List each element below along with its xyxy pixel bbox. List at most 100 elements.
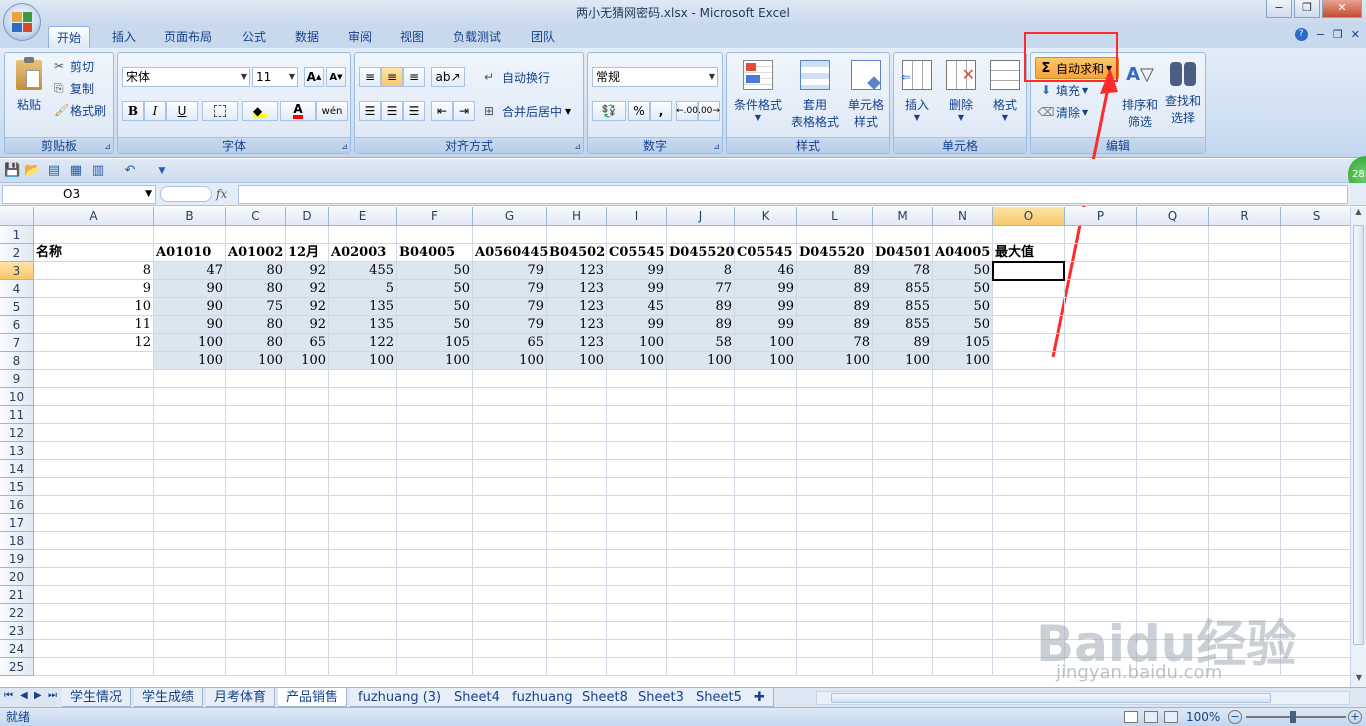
column-header-N[interactable]: N <box>933 207 993 226</box>
cell[interactable] <box>286 568 329 586</box>
header-cell[interactable]: C05545 <box>607 244 667 262</box>
cell[interactable] <box>473 496 547 514</box>
find-select-button[interactable]: 查找和 选择 <box>1161 55 1205 135</box>
data-cell[interactable]: 100 <box>154 334 226 352</box>
cell[interactable] <box>473 622 547 640</box>
cell[interactable] <box>993 352 1065 370</box>
cell[interactable] <box>1281 478 1350 496</box>
merge-center-button[interactable]: ⊞ 合并后居中 ▼ <box>483 101 581 121</box>
cell[interactable] <box>286 550 329 568</box>
delete-cells-button[interactable]: ✕ 删除 ▼ <box>940 55 982 135</box>
cell[interactable] <box>993 370 1065 388</box>
cell[interactable] <box>547 514 607 532</box>
cell[interactable] <box>735 370 797 388</box>
cell[interactable] <box>226 442 286 460</box>
cell[interactable] <box>607 370 667 388</box>
data-cell[interactable]: 80 <box>226 280 286 298</box>
data-cell[interactable]: 99 <box>735 298 797 316</box>
column-header-A[interactable]: A <box>34 207 154 226</box>
data-cell[interactable]: 79 <box>473 298 547 316</box>
dialog-launcher-icon[interactable]: ⊿ <box>341 142 348 151</box>
cell[interactable] <box>933 496 993 514</box>
normal-view-icon[interactable] <box>1124 711 1138 723</box>
column-header-M[interactable]: M <box>873 207 933 226</box>
cell[interactable] <box>547 478 607 496</box>
cell[interactable] <box>397 622 473 640</box>
tab-data[interactable]: 数据 <box>287 26 327 48</box>
column-header-J[interactable]: J <box>667 207 735 226</box>
cell[interactable] <box>226 658 286 676</box>
cell[interactable] <box>397 406 473 424</box>
cell[interactable] <box>473 424 547 442</box>
cell[interactable] <box>286 514 329 532</box>
cell[interactable] <box>473 568 547 586</box>
orientation-button[interactable]: ab↗ <box>431 67 465 87</box>
cell[interactable] <box>1065 532 1137 550</box>
data-cell[interactable]: 100 <box>607 352 667 370</box>
data-cell[interactable]: 65 <box>473 334 547 352</box>
cell[interactable] <box>286 532 329 550</box>
header-cell[interactable]: A02003 <box>329 244 397 262</box>
cell[interactable] <box>1065 262 1137 280</box>
print-preview-icon[interactable]: ▤ <box>46 163 62 179</box>
cell[interactable] <box>473 460 547 478</box>
cell[interactable] <box>226 388 286 406</box>
cell[interactable] <box>933 586 993 604</box>
cell[interactable] <box>607 568 667 586</box>
cell[interactable] <box>797 640 873 658</box>
cell[interactable] <box>34 226 154 244</box>
fill-color-button[interactable]: ◆ <box>242 101 278 121</box>
cell[interactable] <box>547 388 607 406</box>
data-cell[interactable]: 135 <box>329 298 397 316</box>
align-top-button[interactable]: ≡ <box>359 67 381 87</box>
cell[interactable] <box>547 604 607 622</box>
cell[interactable] <box>154 514 226 532</box>
cell[interactable] <box>1281 352 1350 370</box>
number-format-combo[interactable]: 常规 ▼ <box>592 67 718 87</box>
dialog-launcher-icon[interactable]: ⊿ <box>574 142 581 151</box>
data-cell[interactable]: 90 <box>154 316 226 334</box>
cell[interactable] <box>1209 406 1281 424</box>
sheet-tab[interactable]: Sheet4 <box>446 688 509 707</box>
cell[interactable] <box>226 550 286 568</box>
cell[interactable] <box>607 532 667 550</box>
cell[interactable] <box>547 568 607 586</box>
formula-input[interactable] <box>238 185 1348 204</box>
cell[interactable] <box>933 424 993 442</box>
cell[interactable] <box>993 586 1065 604</box>
page-break-view-icon[interactable] <box>1164 711 1178 723</box>
cell[interactable] <box>1137 244 1209 262</box>
cell[interactable] <box>473 442 547 460</box>
comma-button[interactable]: , <box>650 101 672 121</box>
column-header-Q[interactable]: Q <box>1137 207 1209 226</box>
cell[interactable] <box>667 370 735 388</box>
close-button[interactable]: ✕ <box>1322 0 1362 18</box>
cell[interactable] <box>1065 280 1137 298</box>
column-header-E[interactable]: E <box>329 207 397 226</box>
cell[interactable] <box>735 424 797 442</box>
cell[interactable] <box>473 388 547 406</box>
data-cell[interactable]: 50 <box>397 298 473 316</box>
format-icon[interactable]: ▦ <box>68 163 84 179</box>
cell[interactable] <box>34 478 154 496</box>
cell[interactable] <box>397 568 473 586</box>
cell[interactable] <box>1065 586 1137 604</box>
cell[interactable] <box>993 226 1065 244</box>
underline-button[interactable]: U <box>166 101 198 121</box>
cell[interactable] <box>607 424 667 442</box>
insert-sheet-icon[interactable]: ✚ <box>746 688 774 707</box>
cell[interactable] <box>286 658 329 676</box>
cell[interactable] <box>329 640 397 658</box>
cell[interactable] <box>873 442 933 460</box>
cell[interactable] <box>1137 514 1209 532</box>
data-cell[interactable]: 855 <box>873 280 933 298</box>
cell[interactable] <box>154 658 226 676</box>
tab-insert[interactable]: 插入 <box>104 26 144 48</box>
sheet-tab[interactable]: fuzhuang <box>504 688 582 707</box>
zoom-level[interactable]: 100% <box>1186 708 1220 726</box>
cell[interactable] <box>1065 334 1137 352</box>
cell[interactable] <box>154 604 226 622</box>
font-color-button[interactable]: A <box>280 101 316 121</box>
save-icon[interactable]: 💾 <box>4 163 20 179</box>
cell[interactable] <box>735 640 797 658</box>
